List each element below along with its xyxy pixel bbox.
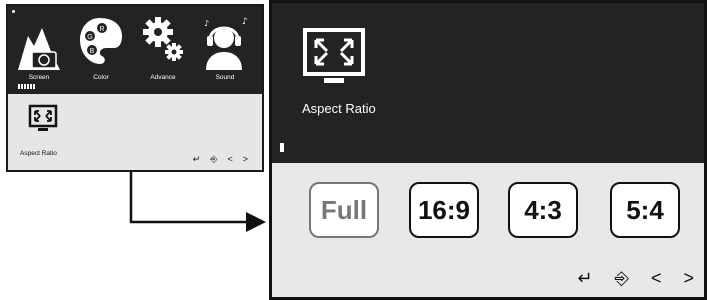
option-full[interactable]: Full [309, 182, 379, 238]
aspect-ratio-header: Aspect Ratio [272, 3, 704, 163]
exit-icon[interactable]: ⎆ [615, 269, 629, 287]
right-arrow-icon[interactable]: > [683, 269, 694, 287]
option-5-4[interactable]: 5:4 [610, 182, 680, 238]
option-16-9[interactable]: 16:9 [409, 182, 479, 238]
aspect-ratio-icon [303, 28, 365, 83]
osd-aspect-ratio-menu: Aspect Ratio Full 16:9 4:3 5:4 ↵ ⎆ < > [269, 0, 707, 300]
option-4-3[interactable]: 4:3 [508, 182, 578, 238]
enter-icon[interactable]: ↵ [577, 269, 592, 287]
left-arrow-icon[interactable]: < [651, 269, 662, 287]
aspect-ratio-header-icon [302, 27, 366, 92]
scroll-indicator [280, 143, 284, 152]
aspect-ratio-title: Aspect Ratio [302, 101, 376, 116]
aspect-ratio-options: Full 16:9 4:3 5:4 ↵ ⎆ < > [272, 163, 704, 297]
nav-hints: ↵ ⎆ < > [577, 269, 694, 287]
